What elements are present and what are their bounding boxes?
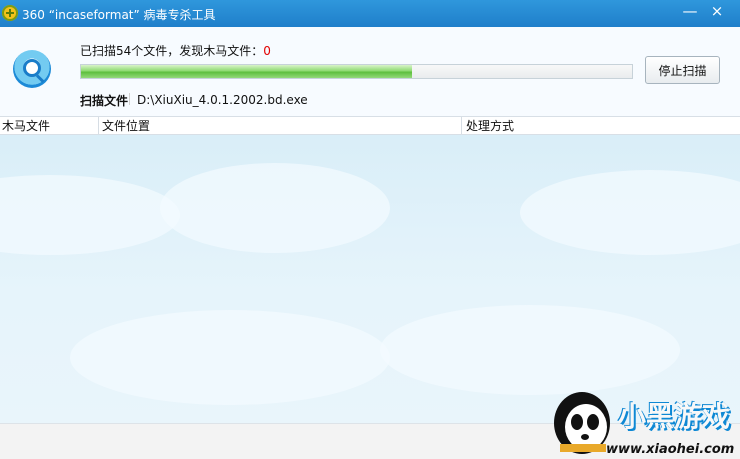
scan-status: 已扫描54个文件，发现木马文件：0 (80, 42, 271, 59)
column-file-location[interactable]: 文件位置 (102, 118, 150, 134)
watermark-site: www.xiaohei.com (606, 442, 735, 457)
title-bar: 360 “incaseformat” 病毒专杀工具 — × (0, 0, 740, 27)
watermark-logo-text: 小黑游戏 (618, 400, 731, 433)
results-table-header: 木马文件 文件位置 处理方式 (0, 116, 740, 135)
column-divider (98, 117, 99, 134)
scan-status-text: 已扫描54个文件，发现木马文件： (80, 44, 264, 58)
cloud-graphic (0, 175, 180, 255)
360-shield-icon (2, 5, 18, 21)
column-divider (461, 117, 462, 134)
magnifier-icon (13, 50, 51, 88)
separator (129, 93, 130, 105)
cloud-graphic (70, 310, 390, 405)
cloud-graphic (160, 163, 390, 253)
scan-progress-fill (81, 65, 412, 78)
scan-progress (80, 64, 633, 79)
current-file-path: D:\XiuXiu_4.0.1.2002.bd.exe (137, 93, 308, 107)
column-action[interactable]: 处理方式 (466, 118, 514, 134)
minimize-button[interactable]: — (676, 1, 704, 23)
results-list[interactable] (0, 135, 740, 423)
found-count: 0 (263, 44, 271, 58)
stop-scan-button[interactable]: 停止扫描 (645, 56, 720, 84)
close-button[interactable]: × (703, 1, 731, 23)
cloud-graphic (520, 170, 740, 255)
cloud-graphic (380, 305, 680, 395)
column-trojan-file[interactable]: 木马文件 (2, 118, 50, 134)
scan-file-label: 扫描文件 (80, 94, 129, 108)
window-title: 360 “incaseformat” 病毒专杀工具 (22, 8, 216, 22)
